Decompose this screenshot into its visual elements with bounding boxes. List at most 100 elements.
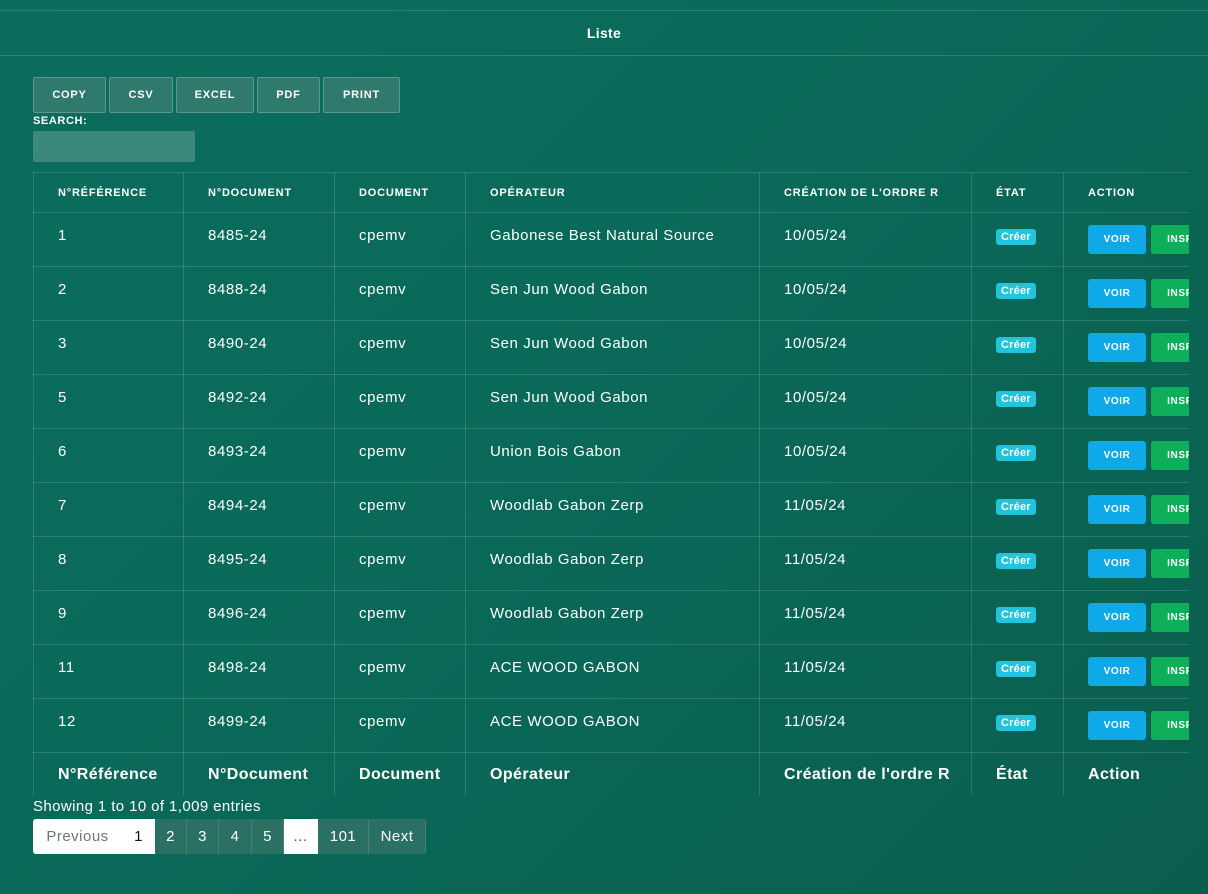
page-button-1[interactable]: 1: [123, 819, 155, 854]
column-header-document[interactable]: DOCUMENT: [334, 172, 466, 213]
page-button-2[interactable]: 2: [155, 819, 187, 854]
cell-document: cpemv: [334, 482, 466, 537]
voir-button[interactable]: VOIR: [1088, 603, 1146, 632]
row-actions: VOIRINSP: [1088, 225, 1189, 254]
voir-button[interactable]: VOIR: [1088, 441, 1146, 470]
inspect-button[interactable]: INSP: [1151, 225, 1189, 254]
cell-etat: Créer: [971, 428, 1064, 483]
cell-etat: Créer: [971, 374, 1064, 429]
footer-document: Document: [334, 752, 466, 796]
csv-button[interactable]: CSV: [109, 77, 173, 113]
cell-reference: 3: [33, 320, 184, 375]
page-button-4[interactable]: 4: [219, 819, 252, 854]
cell-reference: 7: [33, 482, 184, 537]
inspect-button[interactable]: INSP: [1151, 279, 1189, 308]
cell-creation: 11/05/24: [759, 590, 972, 645]
row-actions: VOIRINSP: [1088, 333, 1189, 362]
voir-button[interactable]: VOIR: [1088, 279, 1146, 308]
column-header-action[interactable]: ACTION: [1063, 172, 1189, 213]
inspect-button[interactable]: INSP: [1151, 711, 1189, 740]
table-row: 8 8495-24 cpemv Woodlab Gabon Zerp 11/05/24 C…: [33, 536, 1189, 591]
cell-document: cpemv: [334, 212, 466, 267]
cell-operateur: Sen Jun Wood Gabon: [465, 374, 760, 429]
cell-document: cpemv: [334, 698, 466, 753]
cell-creation: 10/05/24: [759, 374, 972, 429]
inspect-button[interactable]: INSP: [1151, 657, 1189, 686]
status-badge: Créer: [996, 283, 1036, 299]
footer-action: Action: [1063, 752, 1189, 796]
data-table: N°RÉFÉRENCE N°DOCUMENT DOCUMENT OPÉRATEU…: [33, 172, 1189, 796]
cell-numero-document: 8492-24: [183, 374, 335, 429]
inspect-button[interactable]: INSP: [1151, 441, 1189, 470]
page-button-3[interactable]: 3: [187, 819, 219, 854]
voir-button[interactable]: VOIR: [1088, 711, 1146, 740]
table-row: 12 8499-24 cpemv ACE WOOD GABON 11/05/24 Crée…: [33, 698, 1189, 753]
row-actions: VOIRINSP: [1088, 657, 1189, 686]
inspect-button[interactable]: INSP: [1151, 387, 1189, 416]
inspect-button[interactable]: INSP: [1151, 333, 1189, 362]
cell-action: VOIRINSP: [1063, 374, 1189, 429]
cell-creation: 10/05/24: [759, 320, 972, 375]
inspect-button[interactable]: INSP: [1151, 549, 1189, 578]
cell-etat: Créer: [971, 644, 1064, 699]
status-badge: Créer: [996, 445, 1036, 461]
column-header-numero-document[interactable]: N°DOCUMENT: [183, 172, 335, 213]
print-button[interactable]: PRINT: [323, 77, 400, 113]
column-header-creation[interactable]: CRÉATION DE L'ORDRE R: [759, 172, 972, 213]
page-button-5[interactable]: 5: [252, 819, 284, 854]
row-actions: VOIRINSP: [1088, 495, 1189, 524]
cell-creation: 11/05/24: [759, 698, 972, 753]
cell-creation: 10/05/24: [759, 212, 972, 267]
cell-creation: 11/05/24: [759, 536, 972, 591]
cell-document: cpemv: [334, 590, 466, 645]
column-header-reference[interactable]: N°RÉFÉRENCE: [33, 172, 184, 213]
row-actions: VOIRINSP: [1088, 711, 1189, 740]
voir-button[interactable]: VOIR: [1088, 387, 1146, 416]
table-row: 3 8490-24 cpemv Sen Jun Wood Gabon 10/05/24 C…: [33, 320, 1189, 375]
pagination-ellipsis: …: [284, 819, 318, 854]
pagination: Previous 1 2 3 4 5 … 101 Next: [33, 819, 426, 854]
cell-operateur: Sen Jun Wood Gabon: [465, 266, 760, 321]
cell-etat: Créer: [971, 266, 1064, 321]
entries-info: Showing 1 to 10 of 1,009 entries: [33, 798, 261, 815]
table-row: 6 8493-24 cpemv Union Bois Gabon 10/05/24 Cré…: [33, 428, 1189, 483]
voir-button[interactable]: VOIR: [1088, 225, 1146, 254]
cell-operateur: Union Bois Gabon: [465, 428, 760, 483]
next-page-button[interactable]: Next: [369, 819, 426, 854]
status-badge: Créer: [996, 499, 1036, 515]
cell-document: cpemv: [334, 320, 466, 375]
search-input[interactable]: [33, 131, 195, 162]
status-badge: Créer: [996, 607, 1036, 623]
cell-operateur: Sen Jun Wood Gabon: [465, 320, 760, 375]
previous-page-button[interactable]: Previous: [33, 819, 123, 854]
column-header-operateur[interactable]: OPÉRATEUR: [465, 172, 760, 213]
excel-button[interactable]: EXCEL: [176, 77, 254, 113]
cell-reference: 6: [33, 428, 184, 483]
column-header-etat[interactable]: ÉTAT: [971, 172, 1064, 213]
cell-action: VOIRINSP: [1063, 698, 1189, 753]
voir-button[interactable]: VOIR: [1088, 495, 1146, 524]
cell-etat: Créer: [971, 590, 1064, 645]
export-toolbar: COPY CSV EXCEL PDF PRINT: [33, 77, 400, 113]
footer-operateur: Opérateur: [465, 752, 760, 796]
cell-action: VOIRINSP: [1063, 536, 1189, 591]
page-button-101[interactable]: 101: [318, 819, 369, 854]
voir-button[interactable]: VOIR: [1088, 333, 1146, 362]
cell-reference: 11: [33, 644, 184, 699]
cell-reference: 1: [33, 212, 184, 267]
page-header: Liste: [0, 11, 1208, 56]
cell-operateur: Woodlab Gabon Zerp: [465, 590, 760, 645]
footer-etat: État: [971, 752, 1064, 796]
inspect-button[interactable]: INSP: [1151, 603, 1189, 632]
cell-reference: 8: [33, 536, 184, 591]
cell-reference: 5: [33, 374, 184, 429]
voir-button[interactable]: VOIR: [1088, 657, 1146, 686]
copy-button[interactable]: COPY: [33, 77, 106, 113]
table-row: 2 8488-24 cpemv Sen Jun Wood Gabon 10/05/24 C…: [33, 266, 1189, 321]
cell-numero-document: 8498-24: [183, 644, 335, 699]
voir-button[interactable]: VOIR: [1088, 549, 1146, 578]
cell-numero-document: 8496-24: [183, 590, 335, 645]
cell-numero-document: 8488-24: [183, 266, 335, 321]
pdf-button[interactable]: PDF: [257, 77, 320, 113]
inspect-button[interactable]: INSP: [1151, 495, 1189, 524]
